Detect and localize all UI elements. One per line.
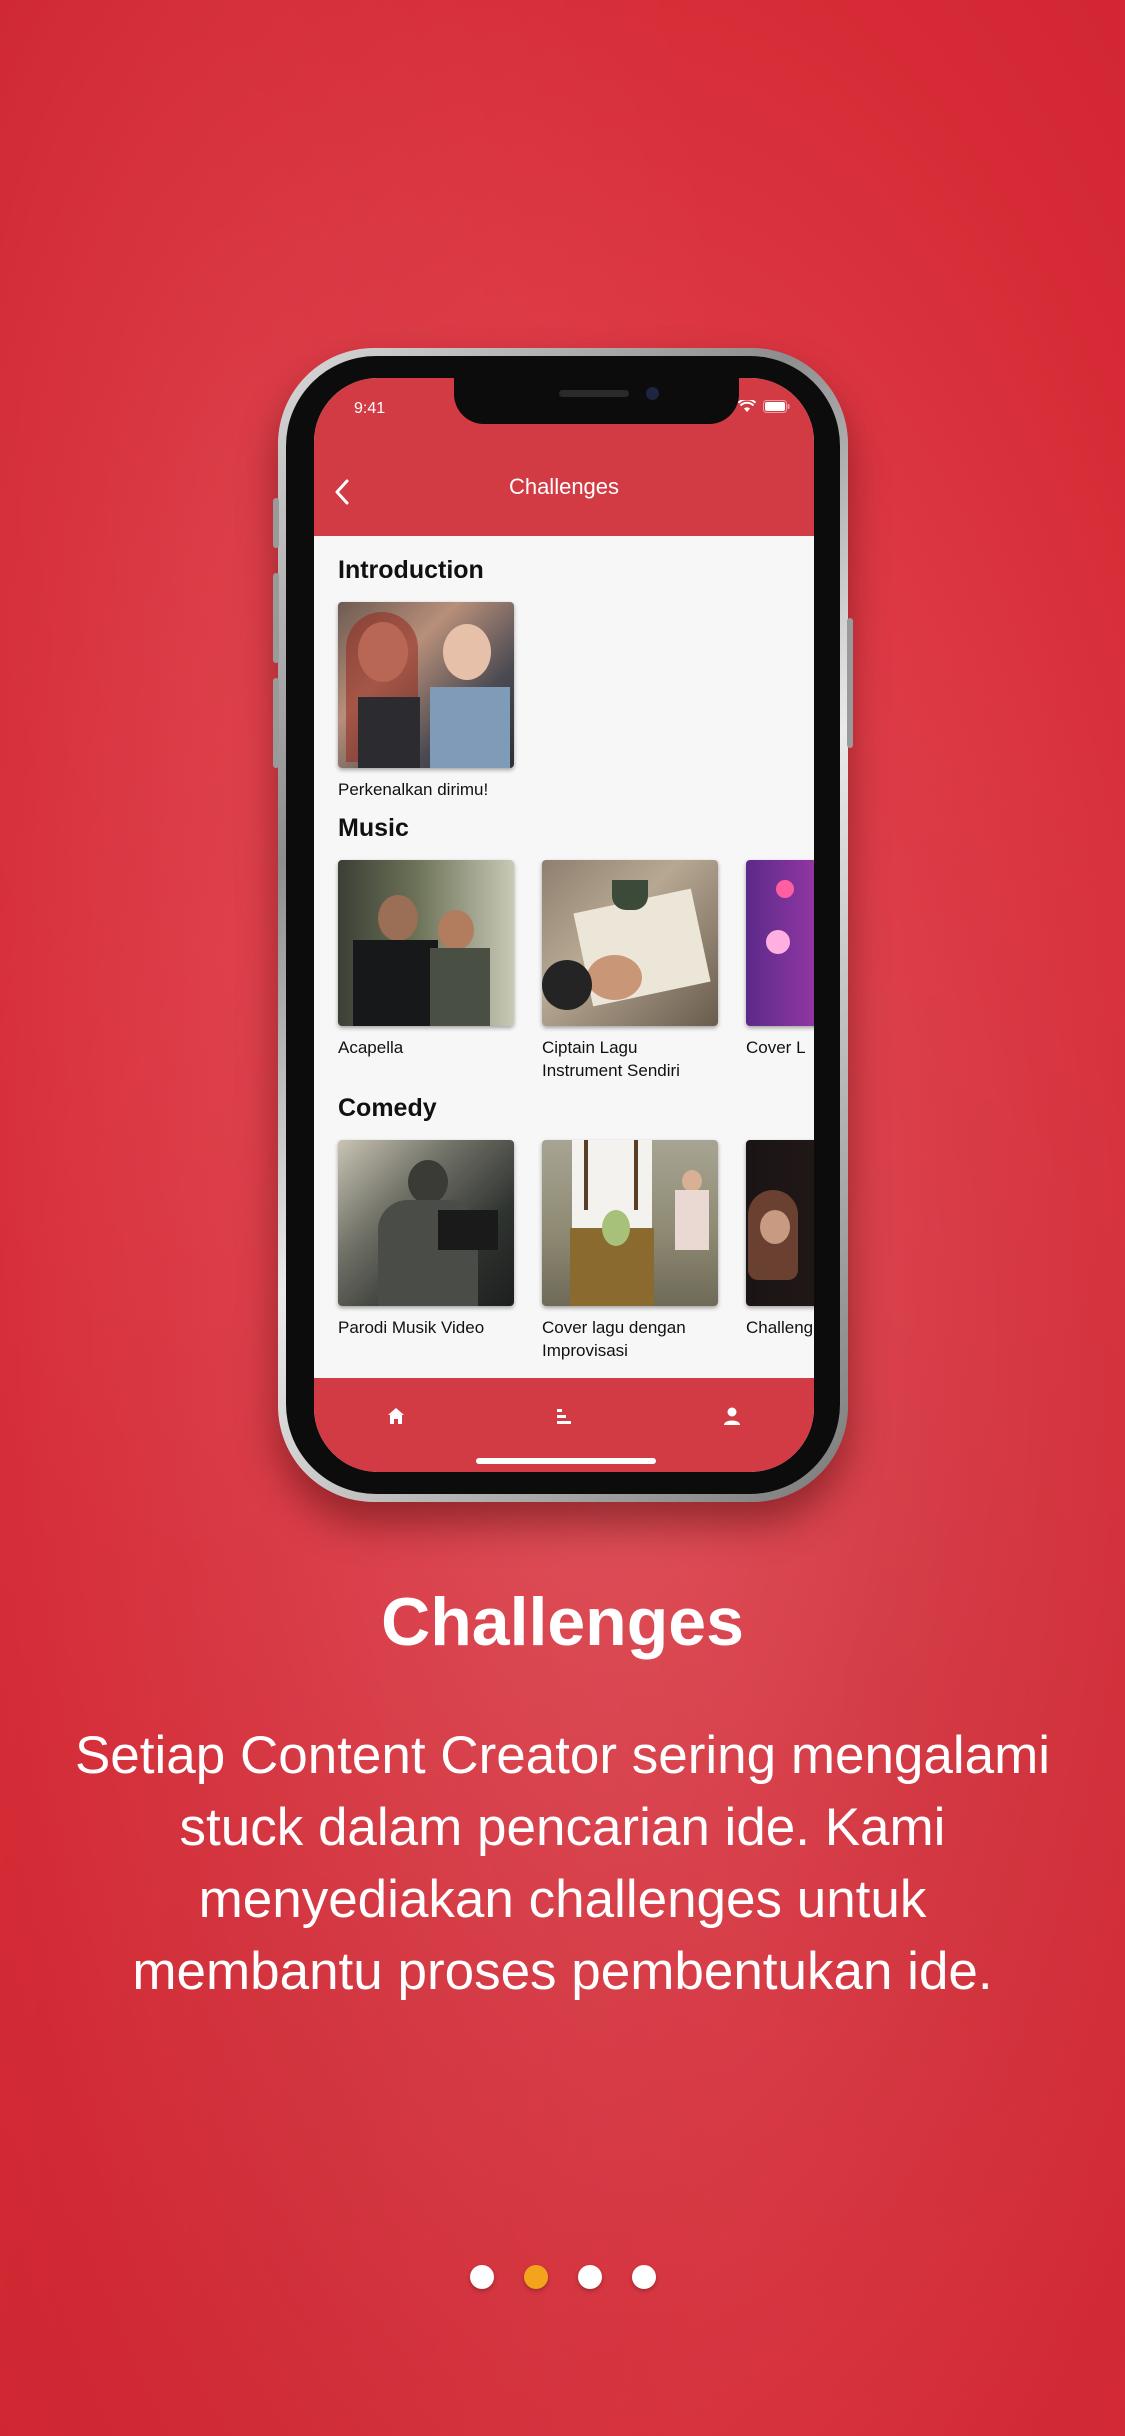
onboarding-description: Setiap Content Creator sering mengalami … — [74, 1726, 1051, 2001]
section-title-introduction: Introduction — [338, 556, 484, 584]
home-icon — [388, 1408, 404, 1424]
challenge-list[interactable]: Introduction Perkenalkan dirimu! Music A… — [314, 536, 814, 1378]
challenge-card[interactable]: Acapella — [338, 860, 514, 1059]
page-indicator — [0, 2265, 1125, 2289]
profile-icon — [724, 1407, 740, 1425]
challenge-thumbnail — [542, 860, 718, 1026]
challenge-label: Cover L — [746, 1038, 806, 1057]
section-title-music: Music — [338, 814, 409, 842]
status-time: 9:41 — [354, 400, 386, 417]
phone-screen: 9:41 Challenges Introduction Perkenalkan… — [314, 378, 814, 1472]
challenge-label: Acapella — [338, 1038, 404, 1057]
power-button — [847, 618, 853, 748]
challenge-label: Ciptain Lagu Instrument Sendiri — [542, 1038, 680, 1080]
challenge-card[interactable]: Cover L — [746, 860, 814, 1059]
page-title: Challenges — [508, 474, 620, 499]
tab-profile[interactable] — [718, 1402, 746, 1430]
challenge-thumbnail — [338, 860, 514, 1026]
tab-home[interactable] — [382, 1402, 410, 1430]
battery-icon — [763, 400, 790, 413]
challenge-card[interactable]: Ciptain Lagu Instrument Sendiri — [542, 860, 718, 1082]
challenge-thumbnail — [338, 602, 514, 768]
page-dot-4[interactable] — [631, 2265, 656, 2289]
home-indicator[interactable] — [476, 1458, 656, 1464]
challenge-label: Cover lagu dengan Improvisasi — [542, 1318, 686, 1360]
page-dot-3[interactable] — [577, 2265, 602, 2289]
challenge-thumbnail — [542, 1140, 718, 1306]
page-dot-2[interactable] — [523, 2265, 548, 2289]
challenge-label: Challeng — [746, 1318, 814, 1337]
challenge-label: Parodi Musik Video — [338, 1318, 485, 1337]
challenge-thumbnail — [746, 1140, 814, 1306]
challenge-card[interactable]: Challeng — [746, 1140, 814, 1339]
wifi-icon — [738, 400, 756, 412]
challenge-thumbnail — [338, 1140, 514, 1306]
tab-bar — [314, 1378, 814, 1472]
notch — [454, 378, 739, 424]
app-bar: Challenges — [314, 448, 814, 536]
mute-switch — [273, 498, 279, 548]
challenge-card[interactable]: Parodi Musik Video — [338, 1140, 514, 1339]
challenge-thumbnail — [746, 860, 814, 1026]
phone-mockup: 9:41 Challenges Introduction Perkenalkan… — [273, 348, 853, 1502]
volume-down-button — [273, 678, 279, 768]
challenge-card[interactable]: Perkenalkan dirimu! — [338, 602, 514, 801]
ranking-icon — [557, 1409, 571, 1424]
volume-up-button — [273, 573, 279, 663]
challenge-label: Perkenalkan dirimu! — [338, 780, 489, 799]
onboarding-headline: Challenges — [381, 1584, 744, 1660]
tab-ranking[interactable] — [550, 1402, 578, 1430]
page-dot-1[interactable] — [469, 2265, 494, 2289]
challenge-card[interactable]: Cover lagu dengan Improvisasi — [542, 1140, 718, 1362]
section-title-comedy: Comedy — [338, 1094, 437, 1122]
